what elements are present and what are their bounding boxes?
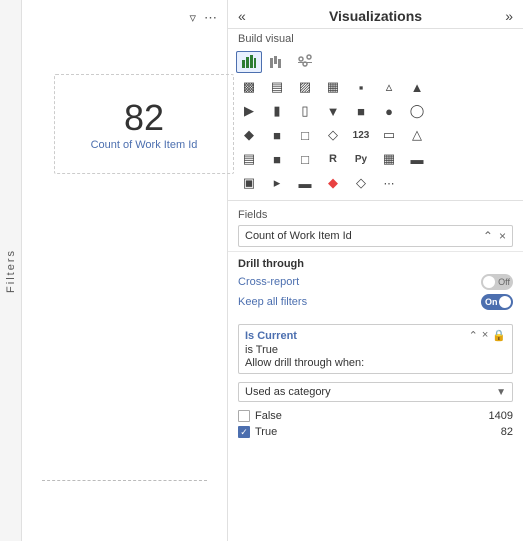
fields-label: Fields — [238, 209, 513, 221]
donut-icon[interactable]: ◯ — [404, 100, 430, 122]
checkbox-false[interactable] — [238, 410, 250, 422]
decomp-icon[interactable]: ◇ — [320, 124, 346, 146]
line-icon[interactable]: ▵ — [376, 76, 402, 98]
paginated-icon[interactable]: ▬ — [292, 172, 318, 194]
shape-icon[interactable]: ▣ — [236, 172, 262, 194]
chart-icons-row-3: ◆ ■ □ ◇ 123 ▭ △ — [236, 124, 515, 146]
checkbox-false-count: 1409 — [489, 410, 513, 422]
matrix-icon[interactable]: ■ — [264, 148, 290, 170]
checkbox-false-left: False — [238, 410, 282, 422]
is-current-filter-box: Is Current ⌃ × 🔒 is True Allow drill thr… — [238, 324, 513, 374]
filter-icon[interactable]: ▿ — [189, 10, 196, 26]
ai-visual-icon[interactable]: ▦ — [376, 148, 402, 170]
card-value: 82 — [124, 97, 164, 139]
filter-lock-icon[interactable]: 🔒 — [492, 329, 506, 342]
trophy-icon[interactable]: ▸ — [264, 172, 290, 194]
funnel-icon[interactable]: ▼ — [320, 100, 346, 122]
drill-through-section: Drill through Cross-report Off Keep all … — [228, 251, 523, 320]
filled-map-icon[interactable]: ■ — [264, 124, 290, 146]
cross-report-toggle[interactable]: Off — [481, 274, 513, 290]
checkbox-true-label: True — [255, 426, 277, 438]
azure-icon[interactable]: ◆ — [320, 172, 346, 194]
keep-filters-toggle-text: On — [485, 297, 498, 307]
field-chip-actions: ⌃ × — [483, 229, 506, 243]
line-col-icon[interactable]: ▶ — [236, 100, 262, 122]
py-visual-icon[interactable]: Py — [348, 148, 374, 170]
filter-close-icon[interactable]: × — [482, 329, 488, 342]
viz-panel-title: Visualizations — [329, 8, 422, 24]
qna-icon[interactable]: ▬ — [404, 148, 430, 170]
checkbox-false-label: False — [255, 410, 282, 422]
keep-filters-row: Keep all filters On — [238, 294, 513, 310]
dropdown-value-text: Used as category — [245, 386, 331, 398]
chart-icons-row-1: ▩ ▤ ▨ ▦ ▪ ▵ ▲ — [236, 76, 515, 98]
divider-line — [42, 480, 207, 481]
table2-icon[interactable]: □ — [292, 148, 318, 170]
bar-chart-icon[interactable] — [236, 51, 262, 73]
table-icon[interactable]: ▤ — [236, 148, 262, 170]
checkbox-true[interactable]: ✓ — [238, 426, 250, 438]
100pct-bar-icon[interactable]: ▦ — [320, 76, 346, 98]
waterfall-icon[interactable] — [264, 51, 290, 73]
gauge-icon[interactable]: 123 — [348, 124, 374, 146]
smart-icon[interactable]: ◇ — [348, 172, 374, 194]
cross-report-toggle-text: Off — [498, 277, 510, 287]
chart-icons-row-4: ▤ ■ □ R Py ▦ ▬ — [236, 148, 515, 170]
filters-sidebar: Filters — [0, 0, 22, 541]
filter-condition-text: is True — [245, 344, 506, 356]
viz-header: « Visualizations » — [228, 0, 523, 29]
right-panel: « Visualizations » Build visual ▩ ▤ ▨ ▦ … — [228, 0, 523, 541]
map-icon[interactable]: ◆ — [236, 124, 262, 146]
checkbox-list: False 1409 ✓ True 82 — [228, 406, 523, 442]
checkbox-row-true: ✓ True 82 — [238, 424, 513, 440]
filter-box-header: Is Current ⌃ × 🔒 — [245, 329, 506, 342]
stacked-col-icon[interactable]: ▨ — [292, 76, 318, 98]
build-visual-label: Build visual — [228, 29, 523, 47]
keep-filters-toggle[interactable]: On — [481, 294, 513, 310]
chart-icons-row-2: ▶ ▮ ▯ ▼ ■ ● ◯ — [236, 100, 515, 122]
area-icon[interactable]: ▲ — [404, 76, 430, 98]
dropdown-chevron-icon: ▼ — [496, 387, 506, 398]
kpi-icon[interactable]: △ — [404, 124, 430, 146]
fields-section: Fields Count of Work Item Id ⌃ × — [228, 201, 523, 251]
right-arrow[interactable]: » — [505, 8, 513, 24]
scatter-icon[interactable]: ■ — [348, 100, 374, 122]
filters-label: Filters — [5, 249, 17, 293]
waterfall2-icon[interactable]: ▯ — [292, 100, 318, 122]
100pct-col-icon[interactable]: ▪ — [348, 76, 374, 98]
card-label: Count of Work Item Id — [91, 139, 198, 151]
field-chip-text: Count of Work Item Id — [245, 230, 352, 242]
stacked-bar-icon[interactable]: ▩ — [236, 76, 262, 98]
field-expand-icon[interactable]: ⌃ — [483, 229, 493, 243]
more-options-icon[interactable]: ⋯ — [204, 10, 217, 26]
left-arrow[interactable]: « — [238, 8, 246, 24]
field-remove-icon[interactable]: × — [499, 229, 506, 243]
filter-box-actions: ⌃ × 🔒 — [469, 329, 506, 342]
filter-allow-text: Allow drill through when: — [245, 357, 506, 369]
treemap-icon[interactable]: □ — [292, 124, 318, 146]
more-visuals-icon[interactable]: ⋯ — [376, 172, 402, 194]
clustered-bar-icon[interactable]: ▤ — [264, 76, 290, 98]
chart-type-section: ▩ ▤ ▨ ▦ ▪ ▵ ▲ ▶ ▮ ▯ ▼ ■ ● ◯ ◆ ■ □ ◇ 123 … — [228, 47, 523, 201]
used-as-category-dropdown[interactable]: Used as category ▼ — [238, 382, 513, 402]
checkbox-row-false: False 1409 — [238, 408, 513, 424]
chart-icons-row-5: ▣ ▸ ▬ ◆ ◇ ⋯ — [236, 172, 515, 194]
column-chart-icon[interactable] — [292, 51, 318, 73]
drill-through-title: Drill through — [238, 258, 513, 270]
cross-report-label: Cross-report — [238, 276, 299, 288]
cross-report-row: Cross-report Off — [238, 274, 513, 290]
chart-icons-primary-row — [236, 51, 515, 73]
checkbox-true-count: 82 — [501, 426, 513, 438]
checkbox-true-left: ✓ True — [238, 426, 277, 438]
pie-icon[interactable]: ● — [376, 100, 402, 122]
field-chip[interactable]: Count of Work Item Id ⌃ × — [238, 225, 513, 247]
filter-expand-icon[interactable]: ⌃ — [469, 329, 478, 342]
filter-box-title: Is Current — [245, 330, 297, 342]
keep-filters-label: Keep all filters — [238, 296, 307, 308]
card-icon[interactable]: ▭ — [376, 124, 402, 146]
r-visual-icon[interactable]: R — [320, 148, 346, 170]
ribbon-icon[interactable]: ▮ — [264, 100, 290, 122]
metric-card: 82 Count of Work Item Id — [54, 74, 234, 174]
left-panel: Filters ▿ ⋯ 82 Count of Work Item Id — [0, 0, 228, 541]
